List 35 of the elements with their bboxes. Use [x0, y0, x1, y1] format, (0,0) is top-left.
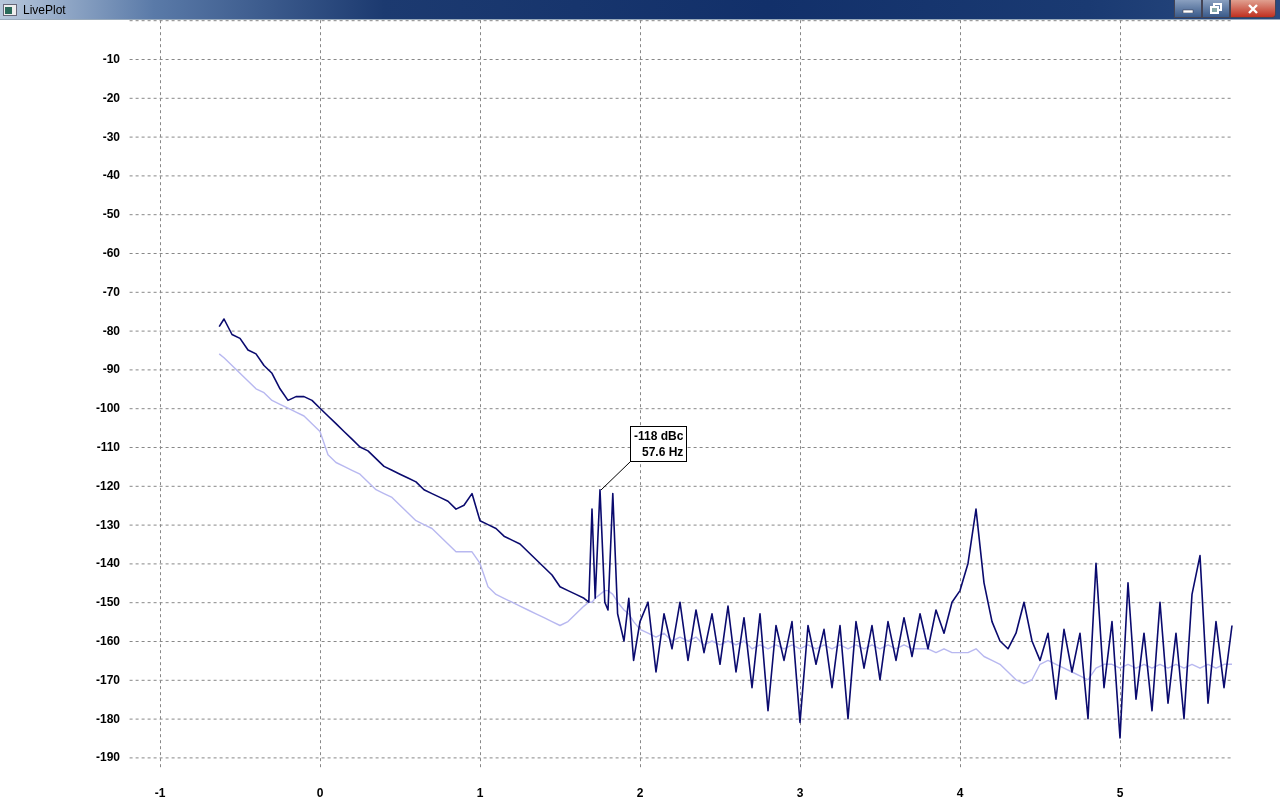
y-tick-label: -190: [95, 750, 120, 765]
y-tick-label: -50: [102, 207, 120, 222]
y-tick-label: -100: [95, 401, 120, 416]
minimize-button[interactable]: [1174, 0, 1202, 18]
window-title: LivePlot: [23, 2, 66, 17]
y-tick-label: -40: [102, 168, 120, 183]
y-tick-label: -10: [102, 52, 120, 66]
y-tick-label: -20: [102, 90, 120, 105]
y-tick-label: -110: [96, 440, 120, 454]
y-tick-label: -30: [102, 129, 120, 144]
x-tick-label: 1: [476, 786, 484, 800]
x-tick-label: 4: [956, 786, 964, 800]
x-tick-label: -1: [154, 786, 166, 800]
y-tick-label: -90: [102, 362, 120, 377]
annotation-label: -118 dBc 57.6 Hz: [630, 426, 688, 462]
y-tick-label: -160: [95, 634, 120, 648]
restore-icon: [1210, 3, 1222, 14]
close-button[interactable]: [1230, 0, 1276, 18]
close-icon: [1247, 3, 1259, 14]
x-tick-label: 2: [636, 786, 644, 800]
y-tick-label: -140: [95, 556, 120, 571]
x-tick-label: 0: [316, 786, 324, 800]
y-tick-label: -120: [95, 478, 120, 493]
leader-line: [600, 461, 631, 491]
y-tick-label: -180: [95, 711, 120, 726]
y-tick-label: -80: [102, 323, 120, 338]
y-tick-label: -70: [102, 284, 120, 299]
x-tick-label: 3: [796, 786, 804, 800]
y-tick-label: -60: [102, 246, 120, 260]
y-tick-label: -170: [95, 672, 120, 687]
window-icon: [3, 3, 17, 16]
y-tick-label: -150: [95, 595, 120, 610]
y-tick-label: -130: [95, 517, 120, 532]
restore-button[interactable]: [1202, 0, 1230, 18]
x-tick-label: 5: [1116, 786, 1124, 800]
